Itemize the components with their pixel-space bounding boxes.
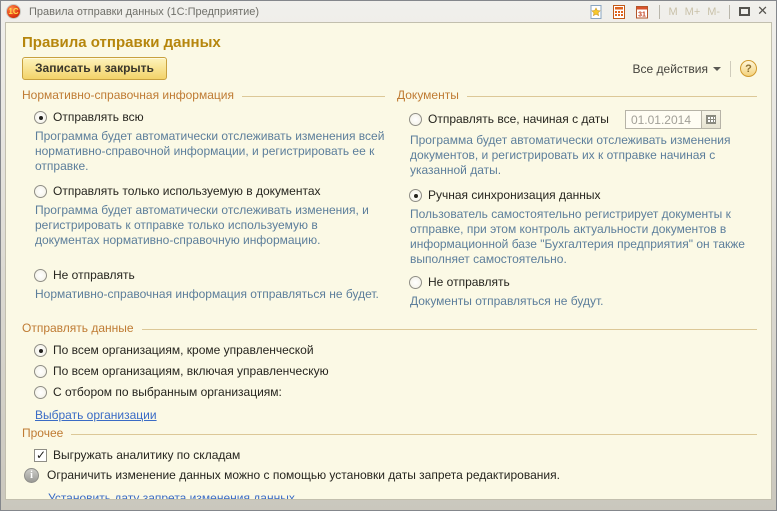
group-send-data: Отправлять данные По всем организациям, … <box>22 321 757 424</box>
radio-icon <box>34 185 47 198</box>
group-nsi-title: Нормативно-справочная информация <box>22 88 234 102</box>
calendar-icon[interactable]: 31 <box>634 4 650 20</box>
svg-text:31: 31 <box>638 11 646 18</box>
option-description: Программа будет автоматически отслеживат… <box>35 129 385 174</box>
radio-docs-do-not-send[interactable]: Не отправлять <box>409 275 757 290</box>
group-nsi: Нормативно-справочная информация Отправл… <box>22 88 385 319</box>
start-date-field <box>625 110 721 129</box>
memory-plus-button[interactable]: M+ <box>685 6 701 18</box>
set-data-ban-date-link[interactable]: Установить дату запрета изменения данных <box>48 491 295 500</box>
info-icon: i <box>24 468 39 483</box>
radio-icon <box>34 111 47 124</box>
option-description: Нормативно-справочная информация отправл… <box>35 287 385 302</box>
option-description: Документы отправляться не будут. <box>410 294 757 309</box>
date-picker-button[interactable] <box>702 110 721 129</box>
group-send-data-body: По всем организациям, кроме управленческ… <box>22 335 757 424</box>
radio-icon <box>409 189 422 202</box>
radio-docs-send-from-date[interactable]: Отправлять все, начиная с даты <box>409 110 757 129</box>
group-nsi-body: Отправлять всю Программа будет автоматич… <box>22 102 385 302</box>
radio-icon <box>409 276 422 289</box>
radio-nsi-send-used-only[interactable]: Отправлять только используемую в докумен… <box>34 184 385 199</box>
radio-label: Ручная синхронизация данных <box>428 188 601 203</box>
calendar-grid-icon <box>706 115 716 124</box>
radio-nsi-do-not-send[interactable]: Не отправлять <box>34 268 385 283</box>
radio-icon <box>409 113 422 126</box>
group-other-title: Прочее <box>22 426 63 440</box>
command-bar: Записать и закрыть Все действия ? <box>22 57 757 80</box>
radio-label: С отбором по выбранным организациям: <box>53 385 282 400</box>
1c-logo-icon: 1С <box>6 4 21 19</box>
radio-icon <box>34 269 47 282</box>
radio-label: По всем организациям, кроме управленческ… <box>53 343 314 358</box>
app-window: 1С Правила отправки данных (1С:Предприят… <box>0 0 777 511</box>
radio-all-orgs-except-management[interactable]: По всем организациям, кроме управленческ… <box>34 343 757 358</box>
favorites-icon[interactable] <box>588 4 604 20</box>
checkbox-export-warehouse-analytics[interactable]: Выгружать аналитику по складам <box>34 448 757 462</box>
info-note: i Ограничить изменение данных можно с по… <box>24 468 757 483</box>
top-groups: Нормативно-справочная информация Отправл… <box>22 88 757 319</box>
command-bar-separator <box>730 61 731 77</box>
radio-label: Не отправлять <box>428 275 510 290</box>
window-title: Правила отправки данных (1С:Предприятие) <box>29 6 259 18</box>
option-description: Программа будет автоматически отслеживат… <box>35 203 385 248</box>
radio-label: Не отправлять <box>53 268 135 283</box>
form-client-area: Правила отправки данных Записать и закры… <box>5 22 772 500</box>
radio-label: Отправлять всю <box>53 110 144 125</box>
radio-icon <box>34 344 47 357</box>
group-send-data-header: Отправлять данные <box>22 321 757 335</box>
radio-label: По всем организациям, включая управленче… <box>53 364 329 379</box>
group-other-body: Выгружать аналитику по складам i Огранич… <box>22 440 757 500</box>
chevron-down-icon <box>713 67 721 71</box>
close-icon[interactable]: ✕ <box>757 5 768 18</box>
info-text: Ограничить изменение данных можно с помо… <box>47 468 560 483</box>
radio-all-orgs-including-management[interactable]: По всем организациям, включая управленче… <box>34 364 757 379</box>
option-description: Пользователь самостоятельно регистрирует… <box>410 207 757 267</box>
group-documents-body: Отправлять все, начиная с даты Программа… <box>397 102 757 309</box>
memory-recall-button[interactable]: M <box>669 6 678 18</box>
titlebar-service-buttons: 31 M M+ M- ✕ <box>588 4 769 20</box>
help-button[interactable]: ? <box>740 60 757 77</box>
all-actions-button[interactable]: Все действия <box>633 62 721 76</box>
group-other: Прочее Выгружать аналитику по складам i … <box>22 426 757 500</box>
checkbox-icon <box>34 449 47 462</box>
all-actions-label: Все действия <box>633 62 708 76</box>
page-title: Правила отправки данных <box>22 34 757 51</box>
radio-label: Отправлять все, начиная с даты <box>428 112 609 127</box>
titlebar-separator <box>659 5 660 19</box>
group-rule <box>71 434 757 435</box>
radio-nsi-send-all[interactable]: Отправлять всю <box>34 110 385 125</box>
group-send-data-title: Отправлять данные <box>22 321 134 335</box>
radio-icon <box>34 386 47 399</box>
group-documents-title: Документы <box>397 88 459 102</box>
radio-label: Отправлять только используемую в докумен… <box>53 184 321 199</box>
group-documents-header: Документы <box>397 88 757 102</box>
group-nsi-header: Нормативно-справочная информация <box>22 88 385 102</box>
titlebar-separator <box>729 5 730 19</box>
radio-docs-manual-sync[interactable]: Ручная синхронизация данных <box>409 188 757 203</box>
group-rule <box>142 329 757 330</box>
option-description: Программа будет автоматически отслеживат… <box>410 133 757 178</box>
memory-minus-button[interactable]: M- <box>707 6 720 18</box>
titlebar: 1С Правила отправки данных (1С:Предприят… <box>1 1 776 22</box>
save-and-close-button[interactable]: Записать и закрыть <box>22 57 167 80</box>
select-organizations-link[interactable]: Выбрать организации <box>35 408 157 422</box>
calculator-icon[interactable] <box>611 4 627 20</box>
checkbox-label: Выгружать аналитику по складам <box>53 448 240 462</box>
radio-icon <box>34 365 47 378</box>
group-rule <box>467 96 757 97</box>
radio-selected-orgs-filter[interactable]: С отбором по выбранным организациям: <box>34 385 757 400</box>
group-rule <box>242 96 385 97</box>
maximize-icon[interactable] <box>739 7 750 16</box>
group-other-header: Прочее <box>22 426 757 440</box>
group-documents: Документы Отправлять все, начиная с даты <box>397 88 757 319</box>
start-date-input[interactable] <box>625 110 702 129</box>
